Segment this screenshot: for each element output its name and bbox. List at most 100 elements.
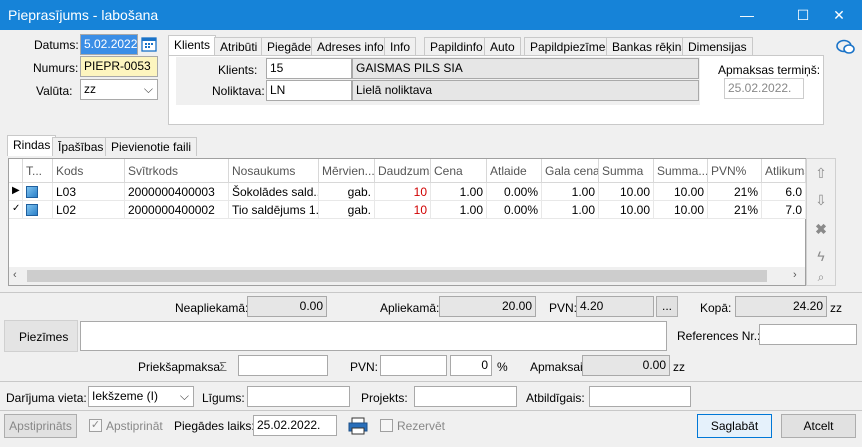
save-button[interactable]: Saglabāt bbox=[697, 414, 772, 438]
cell-daudzums[interactable]: 10 bbox=[375, 201, 431, 219]
divider bbox=[0, 381, 862, 382]
cell-mervieniba[interactable]: gab. bbox=[319, 183, 375, 201]
tab-auto[interactable]: Auto bbox=[484, 37, 521, 56]
col-header-gala-cena[interactable]: Gala cena bbox=[542, 159, 599, 183]
tab-adreses-info[interactable]: Adreses info bbox=[311, 37, 390, 56]
scroll-right-icon[interactable]: › bbox=[793, 269, 797, 281]
move-up-icon[interactable]: ⇧ bbox=[810, 162, 832, 184]
klients-code-field[interactable]: 15 bbox=[266, 58, 352, 79]
cancel-button[interactable]: Atcelt bbox=[781, 414, 856, 438]
prepay-pvn-label: PVN: bbox=[350, 360, 379, 374]
cell-atlikums[interactable]: 7.0 bbox=[762, 201, 806, 219]
piezimes-header: Piezīmes bbox=[4, 320, 78, 352]
cell-atlikums[interactable]: 6.0 bbox=[762, 183, 806, 201]
numurs-label: Numurs: bbox=[33, 61, 79, 75]
tab-rindas[interactable]: Rindas bbox=[7, 135, 57, 156]
vieta-select[interactable]: Iekšzeme (I) ⌵ bbox=[88, 386, 194, 407]
close-button[interactable]: ✕ bbox=[816, 0, 862, 30]
scroll-left-icon[interactable]: ‹ bbox=[13, 269, 17, 281]
cell-svitrkods[interactable]: 2000000400003 bbox=[125, 183, 229, 201]
piegades-field[interactable]: 25.02.2022. bbox=[253, 415, 337, 436]
tab-papildpiezimes[interactable]: Papildpiezīmes bbox=[524, 37, 618, 56]
cell-gala-cena[interactable]: 1.00 bbox=[542, 201, 599, 219]
col-header-daudzums[interactable]: Daudzums bbox=[375, 159, 431, 183]
tab-piegade[interactable]: Piegāde bbox=[261, 37, 318, 56]
tab-papildinfo[interactable]: Papildinfo bbox=[424, 37, 489, 56]
col-header-cena[interactable]: Cena bbox=[431, 159, 487, 183]
pvn-details-button[interactable]: ... bbox=[656, 296, 678, 317]
col-header-kods[interactable]: Kods bbox=[53, 159, 125, 183]
minimize-button[interactable]: — bbox=[724, 0, 770, 30]
prepay-pvn-pct-field[interactable]: 0 bbox=[450, 355, 492, 376]
row-indicator-header bbox=[9, 159, 23, 183]
chat-icon[interactable] bbox=[836, 38, 856, 56]
scrollbar-thumb[interactable] bbox=[27, 270, 767, 282]
rezervet-checkbox[interactable] bbox=[380, 419, 393, 432]
atbildigais-field[interactable] bbox=[589, 386, 691, 407]
cell-mervieniba[interactable]: gab. bbox=[319, 201, 375, 219]
pvn-total-label: PVN: bbox=[549, 301, 578, 315]
references-field[interactable] bbox=[759, 324, 857, 345]
cell-cena[interactable]: 1.00 bbox=[431, 183, 487, 201]
cell-atlaide[interactable]: 0.00% bbox=[487, 201, 542, 219]
neapliekama-label: Neapliekamā: bbox=[175, 301, 249, 315]
cell-pvn[interactable]: 21% bbox=[708, 183, 762, 201]
tab-atributi[interactable]: Atribūti bbox=[214, 37, 264, 56]
valuta-select[interactable]: zz ⌵ bbox=[80, 79, 158, 100]
termins-field[interactable]: 25.02.2022. bbox=[724, 78, 804, 99]
cell-summa[interactable]: 10.00 bbox=[599, 183, 654, 201]
col-header-summa-pvn[interactable]: Summa... bbox=[654, 159, 708, 183]
datums-field[interactable]: 5.02.2022. bbox=[80, 34, 138, 55]
tab-klients[interactable]: Klients bbox=[168, 35, 217, 56]
cell-summa[interactable]: 10.00 bbox=[599, 201, 654, 219]
cell-daudzums[interactable]: 10 bbox=[375, 183, 431, 201]
items-table[interactable]: T... Kods Svītrkods Nosaukums Mērvien...… bbox=[8, 158, 806, 286]
cell-atlaide[interactable]: 0.00% bbox=[487, 183, 542, 201]
pvn-total-field: 4.20 bbox=[576, 296, 654, 317]
window-title: Pieprasījums - labošana bbox=[8, 7, 159, 23]
horizontal-scrollbar[interactable]: ‹ › bbox=[9, 267, 805, 285]
apstiprinat-checkbox[interactable]: ✓ bbox=[89, 419, 102, 432]
ligums-field[interactable] bbox=[247, 386, 350, 407]
atbildigais-label: Atbildīgais: bbox=[526, 391, 585, 405]
col-header-mervieniba[interactable]: Mērvien... bbox=[319, 159, 375, 183]
numurs-field[interactable]: PIEPR-0053 bbox=[80, 56, 158, 77]
sigma-icon[interactable]: Σ bbox=[219, 359, 227, 374]
apmaksai-label: Apmaksai: bbox=[530, 360, 587, 374]
cell-nosaukums[interactable]: Šokolādes sald... bbox=[229, 183, 319, 201]
delete-row-icon[interactable]: ✖ bbox=[810, 218, 832, 240]
search-icon[interactable]: ⌕ bbox=[810, 266, 832, 288]
cell-cena[interactable]: 1.00 bbox=[431, 201, 487, 219]
print-icon[interactable] bbox=[347, 416, 369, 436]
tab-pievienotie-faili[interactable]: Pievienotie faili bbox=[105, 137, 198, 156]
col-header-type[interactable]: T... bbox=[23, 159, 53, 183]
projekts-field[interactable] bbox=[414, 386, 517, 407]
prepay-pvn-field[interactable] bbox=[380, 355, 447, 376]
cell-kods[interactable]: L03 bbox=[53, 183, 125, 201]
cell-kods[interactable]: L02 bbox=[53, 201, 125, 219]
tab-info[interactable]: Info bbox=[384, 37, 417, 56]
tab-dimensijas[interactable]: Dimensijas bbox=[682, 37, 753, 56]
calendar-icon[interactable] bbox=[140, 35, 158, 53]
piezimes-field[interactable] bbox=[80, 321, 667, 351]
priekšapmaksa-field[interactable] bbox=[238, 355, 328, 376]
cell-pvn[interactable]: 21% bbox=[708, 201, 762, 219]
tab-bankas-rekins[interactable]: Bankas rēķins bbox=[606, 37, 694, 56]
lightning-icon[interactable]: ϟ bbox=[810, 245, 832, 267]
col-header-summa[interactable]: Summa bbox=[599, 159, 654, 183]
tab-ipasibas[interactable]: Īpašības bbox=[52, 137, 110, 156]
cell-summa-pvn[interactable]: 10.00 bbox=[654, 183, 708, 201]
col-header-atlikums[interactable]: Atlikums bbox=[762, 159, 806, 183]
cell-gala-cena[interactable]: 1.00 bbox=[542, 183, 599, 201]
apstiprinats-button[interactable]: Apstiprināts bbox=[4, 414, 77, 438]
cell-summa-pvn[interactable]: 10.00 bbox=[654, 201, 708, 219]
noliktava-code-field[interactable]: LN bbox=[266, 80, 352, 101]
col-header-pvn[interactable]: PVN% bbox=[708, 159, 762, 183]
cell-svitrkods[interactable]: 2000000400002 bbox=[125, 201, 229, 219]
col-header-atlaide[interactable]: Atlaide bbox=[487, 159, 542, 183]
col-header-nosaukums[interactable]: Nosaukums bbox=[229, 159, 319, 183]
move-down-icon[interactable]: ⇩ bbox=[810, 189, 832, 211]
col-header-svitrkods[interactable]: Svītrkods bbox=[125, 159, 229, 183]
cell-nosaukums[interactable]: Tio saldējums 1... bbox=[229, 201, 319, 219]
row-indicator: ✓ bbox=[9, 201, 23, 219]
